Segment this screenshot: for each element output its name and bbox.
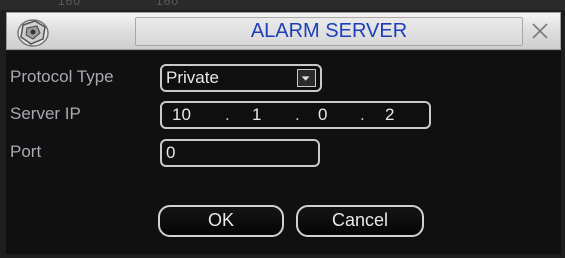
- ip-octet-1[interactable]: 10: [172, 103, 191, 127]
- server-ip-input[interactable]: 10 . 1 . 0 . 2: [160, 101, 431, 129]
- server-ip-label: Server IP: [10, 104, 81, 123]
- protocol-type-label: Protocol Type: [10, 67, 114, 86]
- alarm-server-dialog: 160 160 ALARM SERVER Protocol Type Priva…: [0, 0, 565, 258]
- chevron-down-icon: [301, 76, 310, 81]
- device-logo-icon: [17, 19, 49, 47]
- title-panel: ALARM SERVER: [135, 17, 523, 46]
- protocol-type-value: Private: [166, 68, 219, 87]
- ip-octet-3[interactable]: 0: [318, 103, 327, 127]
- background-strip: 160 160: [0, 0, 565, 10]
- ip-octet-2[interactable]: 1: [252, 103, 261, 127]
- close-icon[interactable]: [528, 19, 552, 43]
- port-input[interactable]: 0: [160, 139, 320, 167]
- ok-button[interactable]: OK: [158, 205, 284, 237]
- ip-separator: .: [360, 105, 365, 124]
- cancel-button[interactable]: Cancel: [296, 205, 424, 237]
- ip-separator: .: [225, 105, 230, 124]
- port-value: 0: [166, 143, 176, 162]
- ip-separator: .: [295, 105, 300, 124]
- ip-octet-4[interactable]: 2: [385, 103, 394, 127]
- dropdown-button[interactable]: [297, 69, 316, 87]
- bleed-text: 160: [156, 0, 180, 8]
- title-bar: ALARM SERVER: [6, 12, 561, 50]
- dialog-title: ALARM SERVER: [250, 20, 408, 42]
- protocol-type-select[interactable]: Private: [160, 64, 322, 92]
- bleed-text: 160: [58, 0, 82, 8]
- port-label: Port: [10, 142, 42, 161]
